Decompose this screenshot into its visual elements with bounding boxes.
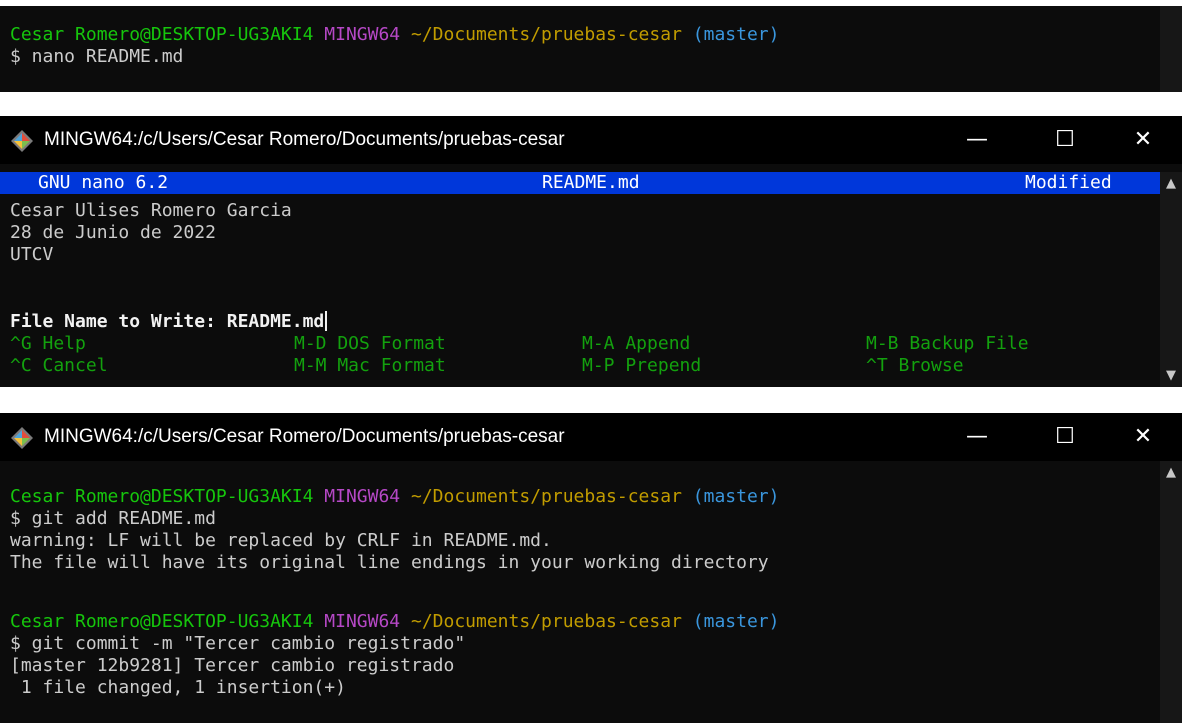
nano-editor-content[interactable]: Cesar Ulises Romero Garcia 28 de Junio d… xyxy=(0,172,1160,387)
prompt-line: Cesar Romero@DESKTOP-UG3AKI4 MINGW64 ~/D… xyxy=(10,486,779,508)
shortcut-help[interactable]: ^G Help xyxy=(10,333,86,355)
terminal-window-git: MINGW64:/c/Users/Cesar Romero/Documents/… xyxy=(0,413,1182,723)
content-line: Cesar Ulises Romero Garcia xyxy=(10,200,292,221)
output-line: The file will have its original line end… xyxy=(10,552,769,573)
content-line: 28 de Junio de 2022 xyxy=(10,222,216,243)
window-title: MINGW64:/c/Users/Cesar Romero/Documents/… xyxy=(44,129,565,150)
close-button[interactable]: ✕ xyxy=(1120,413,1166,461)
prompt-user: Cesar Romero@DESKTOP-UG3AKI4 xyxy=(10,486,314,507)
terminal-body: Cesar Romero@DESKTOP-UG3AKI4 MINGW64 ~/D… xyxy=(0,461,1182,723)
prompt-line: Cesar Romero@DESKTOP-UG3AKI4 MINGW64 ~/D… xyxy=(10,611,779,633)
write-prompt-text: File Name to Write: README.md xyxy=(10,311,325,332)
shortcut-append[interactable]: M-A Append xyxy=(582,333,690,355)
prompt-path: ~/Documents/pruebas-cesar xyxy=(410,486,682,507)
prompt-env: MINGW64 xyxy=(324,611,401,632)
text-cursor xyxy=(325,311,328,331)
content-line: UTCV xyxy=(10,244,54,265)
shortcut-dos-format[interactable]: M-D DOS Format xyxy=(294,333,446,355)
vertical-scrollbar[interactable]: ▲ ▼ xyxy=(1160,172,1182,387)
window-title: MINGW64:/c/Users/Cesar Romero/Documents/… xyxy=(44,426,565,447)
shortcut-cancel[interactable]: ^C Cancel xyxy=(10,355,108,377)
prompt-line: Cesar Romero@DESKTOP-UG3AKI4 MINGW64 ~/D… xyxy=(10,24,779,46)
prompt-user: Cesar Romero@DESKTOP-UG3AKI4 xyxy=(10,24,314,45)
terminal-output[interactable]: Cesar Romero@DESKTOP-UG3AKI4 MINGW64 ~/D… xyxy=(0,461,1160,723)
git-bash-icon xyxy=(11,427,33,449)
command-line: $ git add README.md xyxy=(10,508,216,529)
output-line: [master 12b9281] Tercer cambio registrad… xyxy=(10,655,455,676)
shortcut-prepend[interactable]: M-P Prepend xyxy=(582,355,701,377)
git-bash-icon xyxy=(11,130,33,152)
close-button[interactable]: ✕ xyxy=(1120,116,1166,164)
terminal-panel-nano-command: Cesar Romero@DESKTOP-UG3AKI4 MINGW64 ~/D… xyxy=(0,6,1182,92)
prompt-user: Cesar Romero@DESKTOP-UG3AKI4 xyxy=(10,611,314,632)
terminal-output: Cesar Romero@DESKTOP-UG3AKI4 MINGW64 ~/D… xyxy=(0,6,1160,92)
prompt-branch: (master) xyxy=(692,24,780,45)
chevron-up-icon[interactable]: ▲ xyxy=(1160,176,1182,191)
minimize-button[interactable]: — xyxy=(954,116,1000,164)
minimize-button[interactable]: — xyxy=(954,413,1000,461)
terminal-window-nano: MINGW64:/c/Users/Cesar Romero/Documents/… xyxy=(0,116,1182,387)
maximize-button[interactable]: ☐ xyxy=(1042,116,1088,164)
output-line: 1 file changed, 1 insertion(+) xyxy=(10,677,346,698)
prompt-branch: (master) xyxy=(692,611,780,632)
terminal-body: GNU nano 6.2 README.md Modified Cesar Ul… xyxy=(0,172,1182,387)
title-bar[interactable]: MINGW64:/c/Users/Cesar Romero/Documents/… xyxy=(0,116,1182,164)
command-line: $ git commit -m "Tercer cambio registrad… xyxy=(10,633,466,654)
output-line: warning: LF will be replaced by CRLF in … xyxy=(10,530,552,551)
shortcut-mac-format[interactable]: M-M Mac Format xyxy=(294,355,446,377)
title-bar[interactable]: MINGW64:/c/Users/Cesar Romero/Documents/… xyxy=(0,413,1182,461)
chevron-down-icon[interactable]: ▼ xyxy=(1160,368,1182,383)
write-prompt[interactable]: File Name to Write: README.md xyxy=(10,311,328,333)
chevron-up-icon[interactable]: ▲ xyxy=(1160,465,1182,480)
prompt-env: MINGW64 xyxy=(324,486,401,507)
prompt-env: MINGW64 xyxy=(324,24,401,45)
maximize-button[interactable]: ☐ xyxy=(1042,413,1088,461)
command-line: $ nano README.md xyxy=(10,46,184,67)
vertical-scrollbar[interactable] xyxy=(1160,6,1182,92)
shortcut-browse[interactable]: ^T Browse xyxy=(866,355,964,377)
prompt-path: ~/Documents/pruebas-cesar xyxy=(410,24,682,45)
vertical-scrollbar[interactable]: ▲ xyxy=(1160,461,1182,723)
prompt-branch: (master) xyxy=(692,486,780,507)
prompt-path: ~/Documents/pruebas-cesar xyxy=(410,611,682,632)
shortcut-backup-file[interactable]: M-B Backup File xyxy=(866,333,1029,355)
